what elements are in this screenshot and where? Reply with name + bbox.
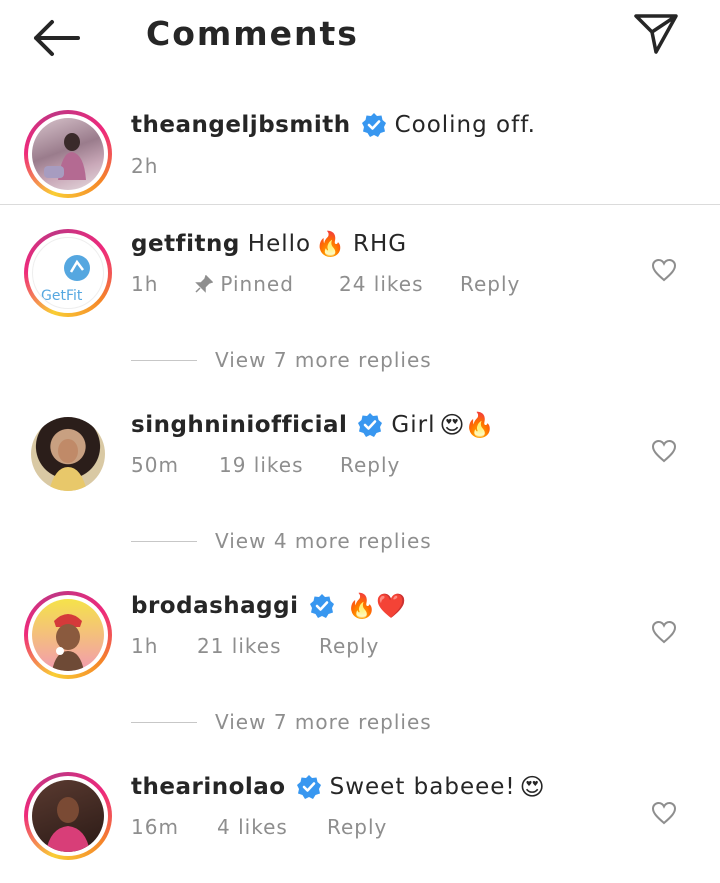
heart-icon[interactable] bbox=[651, 620, 677, 644]
divider bbox=[0, 204, 720, 205]
view-more-label: View 7 more replies bbox=[215, 348, 432, 372]
comment-username[interactable]: getfitng bbox=[131, 231, 240, 257]
reply-button[interactable]: Reply bbox=[327, 815, 387, 839]
comment-time: 1h bbox=[131, 272, 159, 296]
comment-time: 1h bbox=[131, 634, 159, 658]
comment-text: Hello bbox=[247, 231, 312, 257]
verified-badge-icon bbox=[309, 594, 334, 618]
comment-emoji: 😍 bbox=[519, 773, 545, 801]
like-count[interactable]: 21 likes bbox=[197, 634, 282, 658]
avatar[interactable] bbox=[31, 417, 105, 491]
page-title: Comments bbox=[146, 14, 359, 53]
avatar[interactable] bbox=[24, 591, 112, 679]
svg-text:GetFit: GetFit bbox=[41, 288, 83, 304]
comment-text-after: RHG bbox=[352, 231, 408, 257]
avatar[interactable] bbox=[24, 772, 112, 860]
comment-item: brodashaggi 🔥❤️ 1h 21 likes Reply bbox=[0, 586, 720, 686]
like-count[interactable]: 24 likes bbox=[339, 272, 424, 296]
send-icon[interactable] bbox=[632, 12, 680, 56]
view-more-line bbox=[131, 540, 197, 542]
comment-username[interactable]: brodashaggi bbox=[131, 593, 299, 619]
comment-item: singhniniofficial Girl 😍🔥 50m 19 likes R… bbox=[0, 405, 720, 505]
reply-button[interactable]: Reply bbox=[460, 272, 520, 296]
back-arrow-icon[interactable] bbox=[30, 18, 82, 58]
like-count[interactable]: 4 likes bbox=[217, 815, 288, 839]
avatar[interactable] bbox=[24, 110, 112, 198]
caption-text: Cooling off. bbox=[394, 112, 536, 138]
heart-icon[interactable] bbox=[651, 801, 677, 825]
view-more-replies-button[interactable]: View 7 more replies bbox=[131, 710, 432, 734]
like-count[interactable]: 19 likes bbox=[219, 453, 304, 477]
comment-time: 16m bbox=[131, 815, 179, 839]
verified-badge-icon bbox=[361, 113, 386, 137]
comment-emoji: 😍🔥 bbox=[439, 411, 495, 439]
view-more-replies-button[interactable]: View 7 more replies bbox=[131, 348, 432, 372]
comment-item: GetFit getfitng Hello 🔥 RHG 1h Pinned 24… bbox=[0, 224, 720, 324]
comment-text: Sweet babeee! bbox=[329, 774, 516, 800]
comment-emoji: 🔥❤️ bbox=[346, 592, 407, 620]
post-caption: theangeljbsmith Cooling off. 2h bbox=[0, 104, 720, 204]
comment-username[interactable]: singhniniofficial bbox=[131, 412, 347, 438]
comment-time: 50m bbox=[131, 453, 179, 477]
pinned-indicator: Pinned bbox=[195, 272, 294, 296]
view-more-label: View 7 more replies bbox=[215, 710, 432, 734]
heart-icon[interactable] bbox=[651, 439, 677, 463]
pin-icon bbox=[195, 274, 214, 293]
verified-badge-icon bbox=[296, 775, 321, 799]
caption-username[interactable]: theangeljbsmith bbox=[131, 112, 351, 138]
view-more-replies-button[interactable]: View 4 more replies bbox=[131, 529, 432, 553]
fire-emoji: 🔥 bbox=[315, 230, 345, 258]
caption-time: 2h bbox=[131, 154, 159, 178]
avatar[interactable]: GetFit bbox=[24, 229, 112, 317]
view-more-label: View 4 more replies bbox=[215, 529, 432, 553]
view-more-line bbox=[131, 721, 197, 723]
comment-item: thearinolao Sweet babeee! 😍 16m 4 likes … bbox=[0, 767, 720, 867]
comment-username[interactable]: thearinolao bbox=[131, 774, 286, 800]
heart-icon[interactable] bbox=[651, 258, 677, 282]
view-more-line bbox=[131, 359, 197, 361]
verified-badge-icon bbox=[358, 413, 383, 437]
reply-button[interactable]: Reply bbox=[340, 453, 400, 477]
comment-text: Girl bbox=[391, 412, 436, 438]
top-bar: Comments bbox=[0, 0, 720, 78]
reply-button[interactable]: Reply bbox=[319, 634, 379, 658]
